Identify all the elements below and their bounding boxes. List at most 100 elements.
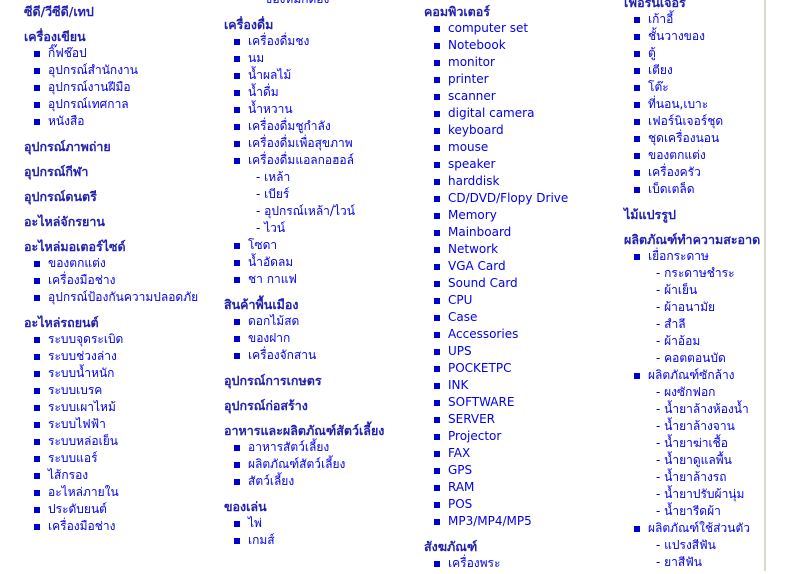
sub-subcategory-link[interactable]: - แปรงสีฟัน xyxy=(624,537,793,554)
category-heading-link[interactable]: เครื่องดื่ม xyxy=(224,16,419,33)
subcategory-link[interactable]: ผลิตภัณฑ์สัตว์เลี้ยง xyxy=(224,456,419,473)
subcategory-link[interactable]: speaker xyxy=(424,156,619,173)
subcategory-link[interactable]: ดอกไม้สด xyxy=(224,313,419,330)
subcategory-link[interactable]: ระบบจุดระเบิด xyxy=(24,331,219,348)
subcategory-link[interactable]: FAX xyxy=(424,445,619,462)
subcategory-link[interactable]: เครื่องมือช่าง xyxy=(24,518,219,535)
subcategory-link[interactable]: ชุดเครื่องนอน xyxy=(624,130,793,147)
subcategory-link[interactable]: ระบบไฟฟ้า xyxy=(24,416,219,433)
subcategory-link[interactable]: ระบบเผาไหม้ xyxy=(24,399,219,416)
subcategory-link[interactable]: อุปกรณ์เทศกาล xyxy=(24,96,219,113)
subcategory-link[interactable]: เครื่องพระ xyxy=(424,555,619,572)
subcategory-link[interactable]: ระบบช่วงล่าง xyxy=(24,348,219,365)
sub-subcategory-link[interactable]: - น้ำยาล้างรถ xyxy=(624,469,793,486)
sub-subcategory-link[interactable]: - น้ำยาล้างจาน xyxy=(624,418,793,435)
sub-subcategory-link[interactable]: - เหล้า xyxy=(224,169,419,186)
subcategory-link[interactable]: เยื่อกระดาษ xyxy=(624,248,793,265)
category-heading-link[interactable]: ไม้แปรรูป xyxy=(624,206,793,223)
subcategory-link[interactable]: monitor xyxy=(424,54,619,71)
subcategory-link[interactable]: เครื่องมือช่าง xyxy=(24,272,219,289)
subcategory-link[interactable]: เฟอร์นิเจอร์ชุด xyxy=(624,113,793,130)
subcategory-link[interactable]: หนังสือ xyxy=(24,113,219,130)
subcategory-link[interactable]: Memory xyxy=(424,207,619,224)
sub-subcategory-link[interactable]: - ผ้าอนามัย xyxy=(624,299,793,316)
sub-subcategory-link[interactable]: - คอตตอนบัด xyxy=(624,350,793,367)
subcategory-link[interactable]: Accessories xyxy=(424,326,619,343)
subcategory-link[interactable]: อะไหล่ภายใน xyxy=(24,484,219,501)
subcategory-link[interactable]: Case xyxy=(424,309,619,326)
subcategory-link[interactable]: Projector xyxy=(424,428,619,445)
subcategory-link[interactable]: ไพ่ xyxy=(224,515,419,532)
subcategory-link[interactable]: keyboard xyxy=(424,122,619,139)
category-heading-link[interactable]: อะไหล่จักรยาน xyxy=(24,213,219,230)
category-heading-link[interactable]: สังฆภัณฑ์ xyxy=(424,538,619,555)
subcategory-link[interactable]: ของฝาก xyxy=(224,330,419,347)
category-heading-link[interactable]: อะไหล่มอเตอร์ไซด์ xyxy=(24,238,219,255)
subcategory-link[interactable]: CD/DVD/Flopy Drive xyxy=(424,190,619,207)
subcategory-link[interactable]: ประดับยนต์ xyxy=(24,501,219,518)
category-heading-link[interactable]: อุปกรณ์ภาพถ่าย xyxy=(24,138,219,155)
subcategory-link[interactable]: SOFTWARE xyxy=(424,394,619,411)
sub-subcategory-link[interactable]: - อุปกรณ์เหล้า/ไวน์ xyxy=(224,203,419,220)
subcategory-link[interactable]: โต๊ะ xyxy=(624,79,793,96)
subcategory-link[interactable]: Notebook xyxy=(424,37,619,54)
subcategory-link[interactable]: SERVER xyxy=(424,411,619,428)
subcategory-link[interactable]: น้ำหวาน xyxy=(224,101,419,118)
subcategory-link[interactable]: ผลิตภัณฑ์ใช้ส่วนตัว xyxy=(624,520,793,537)
subcategory-link[interactable]: RAM xyxy=(424,479,619,496)
subcategory-link[interactable]: ผลิตภัณฑ์ซักล้าง xyxy=(624,367,793,384)
sub-subcategory-link[interactable]: - น้ำยาล้างห้องน้ำ xyxy=(624,401,793,418)
subcategory-link[interactable]: CPU xyxy=(424,292,619,309)
subcategory-link[interactable]: เครื่องดื่มชง xyxy=(224,33,419,50)
subcategory-link[interactable]: กิ๊ฟช๊อป xyxy=(24,45,219,62)
category-heading-link[interactable]: อุปกรณ์ดนตรี xyxy=(24,188,219,205)
subcategory-link[interactable]: Mainboard xyxy=(424,224,619,241)
sub-subcategory-link[interactable]: - กระดาษชำระ xyxy=(624,265,793,282)
sub-subcategory-link[interactable]: - ผ้าอ้อม xyxy=(624,333,793,350)
category-heading-link[interactable]: เครื่องเขียน xyxy=(24,28,219,45)
subcategory-link[interactable]: ระบบหล่อเย็น xyxy=(24,433,219,450)
category-heading-link[interactable]: ผลิตภัณฑ์ทำความสะอาด xyxy=(624,231,793,248)
subcategory-link[interactable]: เก้าอี้ xyxy=(624,11,793,28)
subcategory-link[interactable]: เกมส์ xyxy=(224,532,419,549)
subcategory-link[interactable]: เครื่องจักสาน xyxy=(224,347,419,364)
subcategory-link[interactable]: MP3/MP4/MP5 xyxy=(424,513,619,530)
subcategory-link[interactable]: อุปกรณ์สำนักงาน xyxy=(24,62,219,79)
sub-subcategory-link[interactable]: - ยาสีฟัน xyxy=(624,554,793,571)
sub-subcategory-link[interactable]: - เบียร์ xyxy=(224,186,419,203)
sub-subcategory-link[interactable]: - ไวน์ xyxy=(224,220,419,237)
subcategory-link[interactable]: ชั้นวางของ xyxy=(624,28,793,45)
sub-subcategory-link[interactable]: - น้ำยารีดผ้า xyxy=(624,503,793,520)
subcategory-link[interactable]: เบ็ดเตล็ด xyxy=(624,181,793,198)
category-heading-link[interactable]: อุปกรณ์การเกษตร xyxy=(224,372,419,389)
sub-subcategory-link[interactable]: - น้ำยาฆ่าเชื้อ xyxy=(624,435,793,452)
subcategory-link[interactable]: Sound Card xyxy=(424,275,619,292)
category-heading-link[interactable]: เฟอร์นิเจอร์ xyxy=(624,0,793,11)
subcategory-link[interactable]: ระบบน้ำหนัก xyxy=(24,365,219,382)
category-heading-link[interactable]: คอมพิวเตอร์ xyxy=(424,3,619,20)
subcategory-link[interactable]: ชา กาแฟ xyxy=(224,271,419,288)
subcategory-link[interactable]: อุปกรณ์ป้องกันความปลอดภัย xyxy=(24,289,219,306)
subcategory-link[interactable]: harddisk xyxy=(424,173,619,190)
subcategory-link[interactable]: สัตว์เลี้ยง xyxy=(224,473,419,490)
subcategory-link[interactable]: INK xyxy=(424,377,619,394)
sub-subcategory-link[interactable]: - น้ำยาดูแลพื้น xyxy=(624,452,793,469)
sub-subcategory-link[interactable]: - น้ำยาปรับผ้านุ่ม xyxy=(624,486,793,503)
subcategory-link[interactable]: POCKETPC xyxy=(424,360,619,377)
category-heading-link[interactable]: สินค้าพื้นเมือง xyxy=(224,296,419,313)
subcategory-link[interactable]: printer xyxy=(424,71,619,88)
subcategory-link[interactable]: อาหารสัตว์เลี้ยง xyxy=(224,439,419,456)
subcategory-link[interactable]: อุปกรณ์งานฝีมือ xyxy=(24,79,219,96)
subcategory-link[interactable]: ที่นอน,เบาะ xyxy=(624,96,793,113)
subcategory-link[interactable]: digital camera xyxy=(424,105,619,122)
subcategory-link[interactable]: โซดา xyxy=(224,237,419,254)
sub-subcategory-link[interactable]: - ผงซักฟอก xyxy=(624,384,793,401)
sub-subcategory-link[interactable]: - ของหมักดอง xyxy=(224,0,419,8)
subcategory-link[interactable]: ระบบแอร์ xyxy=(24,450,219,467)
subcategory-link[interactable]: นม xyxy=(224,50,419,67)
category-heading-link[interactable]: ซีดี/วีซีดี/เทป xyxy=(24,3,219,20)
subcategory-link[interactable]: ระบบเบรค xyxy=(24,382,219,399)
subcategory-link[interactable]: GPS xyxy=(424,462,619,479)
subcategory-link[interactable]: mouse xyxy=(424,139,619,156)
subcategory-link[interactable]: น้ำผลไม้ xyxy=(224,67,419,84)
